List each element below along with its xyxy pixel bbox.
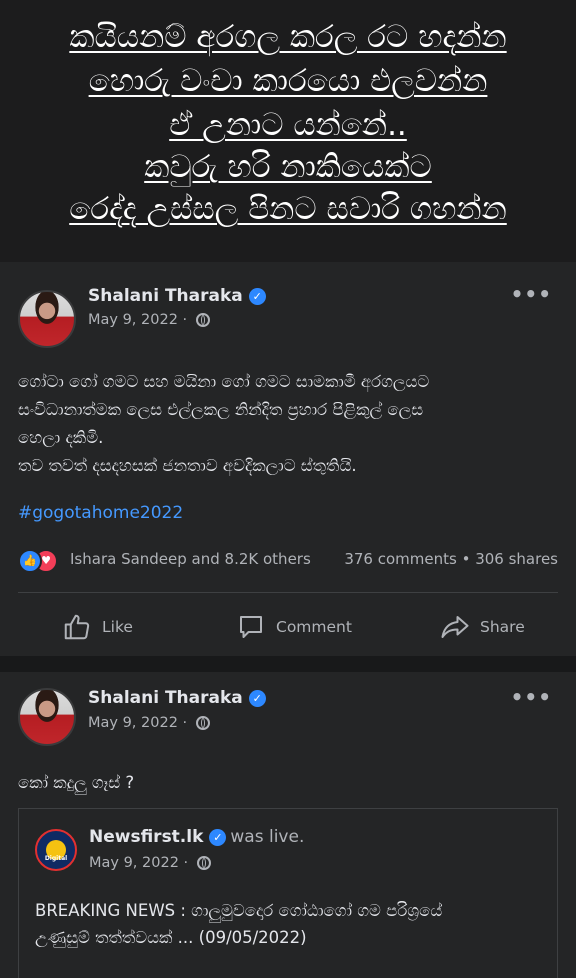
post-date[interactable]: May 9, 2022 · <box>88 312 187 328</box>
thumbs-up-icon <box>64 614 90 640</box>
headline-line: BREAKING NEWS : ගාලුමුවදොර ගෝඨාගෝ ගම පරි… <box>35 901 443 920</box>
post-separator <box>0 656 576 672</box>
post-2: Shalani Tharaka ✓ May 9, 2022 · ••• කෝ කද… <box>0 672 576 978</box>
action-bar: Like Comment Share <box>0 602 576 652</box>
verified-badge-icon: ✓ <box>248 690 266 707</box>
post-text: කෝ කදුලු ගෑස් ? <box>18 773 135 792</box>
globe-icon <box>195 313 210 327</box>
shared-post-meta: May 9, 2022 · <box>89 855 211 871</box>
globe-icon <box>195 716 210 730</box>
share-button[interactable]: Share <box>440 602 525 652</box>
like-label: Like <box>102 618 133 636</box>
caption-line-1: කයියනම් අරගල කරල රට හදන්න <box>69 19 507 55</box>
caption-line-5: රෙද්ද උස්සල පිනට සවාරි ගහන්න <box>69 191 507 227</box>
author-name-label[interactable]: Shalani Tharaka <box>88 688 243 708</box>
hashtag-link[interactable]: #gogotahome2022 <box>18 503 183 523</box>
engagement-counts[interactable]: 376 comments • 306 shares <box>344 550 558 568</box>
post-text-line: සංවිධානාත්මක ලෙස එල්ලකල නින්දිත ප්‍රහාර … <box>18 400 424 419</box>
divider <box>18 592 558 593</box>
post-text: ගෝටා ගෝ ගමට සහ මයිනා ගෝ ගමට සාමකාමී අරගල… <box>18 368 563 480</box>
comment-icon <box>240 616 262 638</box>
reactors-summary[interactable]: Ishara Sandeep and 8.2K others <box>70 550 311 568</box>
verified-badge-icon: ✓ <box>248 288 266 305</box>
avatar[interactable] <box>18 688 76 746</box>
logo-text: Digital <box>44 855 68 862</box>
shared-live-post[interactable]: Digital Newsfirst.lk ✓ was live. May 9, 20… <box>18 808 558 978</box>
more-options-icon[interactable]: ••• <box>511 685 552 709</box>
avatar[interactable] <box>18 290 76 348</box>
author-name[interactable]: Shalani Tharaka ✓ <box>88 286 266 306</box>
post-meta: May 9, 2022 · <box>88 312 210 328</box>
post-date[interactable]: May 9, 2022 · <box>88 715 187 731</box>
caption-line-2: හොරු වංචා කාරයො එලවන්න <box>88 63 488 99</box>
shared-headline: BREAKING NEWS : ගාලුමුවදොර ගෝඨාගෝ ගම පරි… <box>35 897 545 951</box>
author-name-label[interactable]: Shalani Tharaka <box>88 286 243 306</box>
caption-line-3: ඒ උනාට යන්නේ.. <box>169 107 407 143</box>
more-options-icon[interactable]: ••• <box>511 282 552 306</box>
meme-caption: කයියනම් අරගල කරල රට හදන්න හොරු වංචා කාරය… <box>0 0 576 262</box>
post-meta: May 9, 2022 · <box>88 715 210 731</box>
like-button[interactable]: Like <box>62 602 133 652</box>
post-text-line: තව තවත් දසදහසක් ජනතාව අවදිකලාට ස්තුතියි. <box>18 456 357 475</box>
page-name-label[interactable]: Newsfirst.lk <box>89 827 203 847</box>
verified-badge-icon: ✓ <box>209 829 227 846</box>
comment-label: Comment <box>276 618 352 636</box>
share-label: Share <box>480 618 525 636</box>
comment-button[interactable]: Comment <box>236 602 352 652</box>
post-text-line: ගෝටා ගෝ ගමට සහ මයිනා ගෝ ගමට සාමකාමී අරගල… <box>18 372 430 391</box>
headline-line: උණුසුම් තත්ත්වයක් ... (09/05/2022) <box>35 928 307 947</box>
caption-line-4: කවුරු හරි නාකියෙක්ට <box>144 149 432 185</box>
live-status: was live. <box>230 827 305 847</box>
author-name[interactable]: Shalani Tharaka ✓ <box>88 688 266 708</box>
shared-post-date[interactable]: May 9, 2022 · <box>89 855 188 871</box>
share-icon <box>441 616 469 638</box>
like-reaction-icon: 👍 <box>18 549 42 573</box>
newsfirst-logo[interactable]: Digital <box>35 829 77 871</box>
post-text-line: හෙලා දකිමි. <box>18 428 104 447</box>
globe-icon <box>196 856 211 870</box>
post-1: Shalani Tharaka ✓ May 9, 2022 · ••• ගෝටා … <box>0 262 576 656</box>
shared-page-name[interactable]: Newsfirst.lk ✓ was live. <box>89 827 304 847</box>
